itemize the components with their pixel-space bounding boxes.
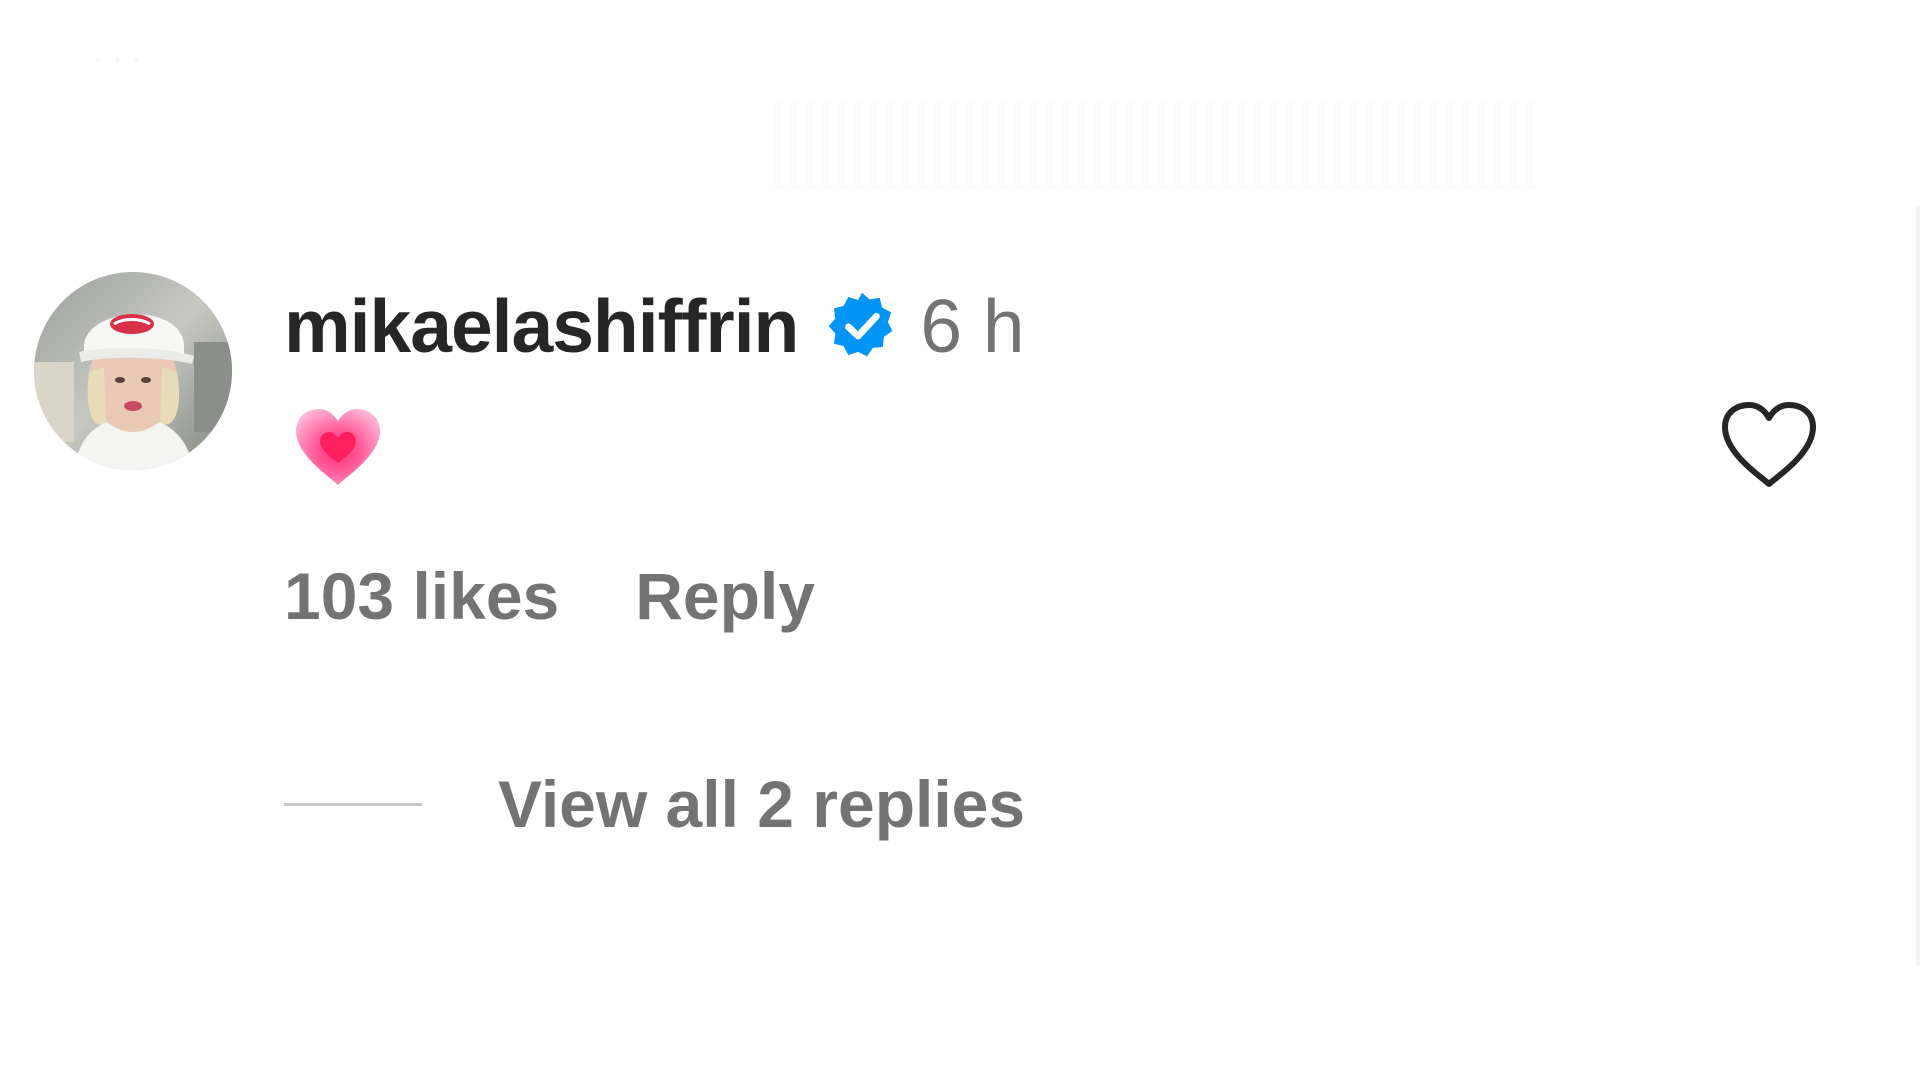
blurred-overlay-bar (775, 100, 1540, 190)
comment-screen: • • • mikaelashiffrin 6 h 103 likes Repl… (0, 0, 1920, 1080)
view-replies-label: View all 2 replies (498, 767, 1026, 841)
avatar[interactable] (34, 272, 232, 470)
right-scroll-edge (1916, 205, 1920, 965)
reply-button[interactable]: Reply (635, 558, 815, 634)
username[interactable]: mikaelashiffrin (284, 283, 799, 369)
avatar-image (34, 272, 232, 470)
view-replies-button[interactable]: View all 2 replies (284, 766, 1025, 842)
replies-divider (284, 802, 422, 806)
comment-header: mikaelashiffrin 6 h (284, 282, 1025, 370)
timestamp: 6 h (920, 284, 1025, 368)
faint-dots-decoration: • • • (95, 50, 144, 70)
verified-badge-icon (826, 290, 898, 362)
likes-count[interactable]: 103 likes (284, 558, 559, 634)
comment-meta: 103 likes Reply (284, 558, 815, 634)
pink-heart-emoji (292, 407, 384, 489)
heart-outline-icon[interactable] (1719, 400, 1819, 490)
